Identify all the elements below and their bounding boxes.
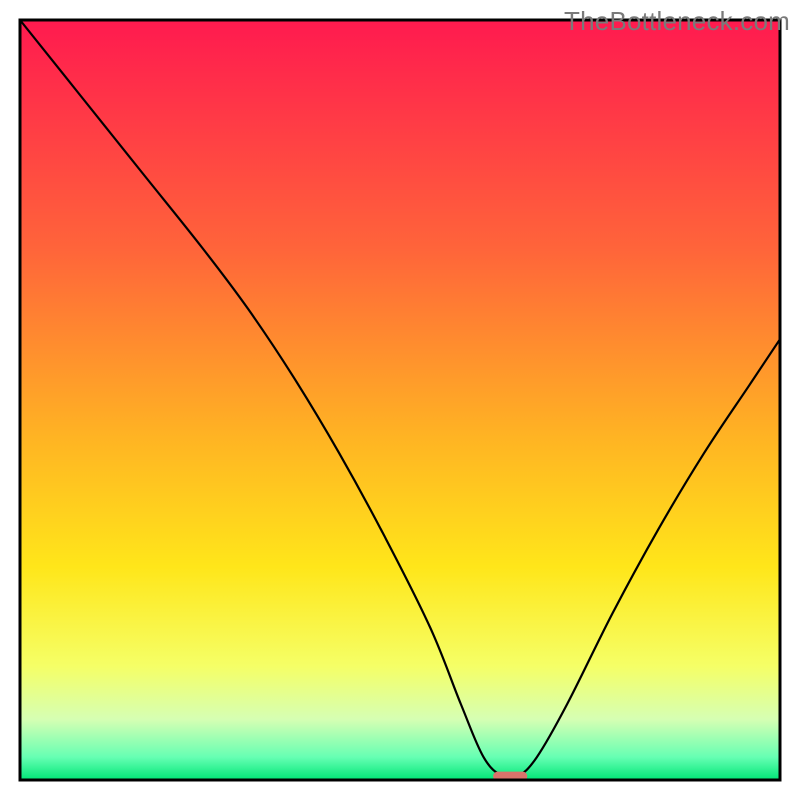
watermark-text: TheBottleneck.com [564,6,790,37]
chart-svg [0,0,800,800]
bottleneck-chart: TheBottleneck.com [0,0,800,800]
plot-background [20,20,780,780]
